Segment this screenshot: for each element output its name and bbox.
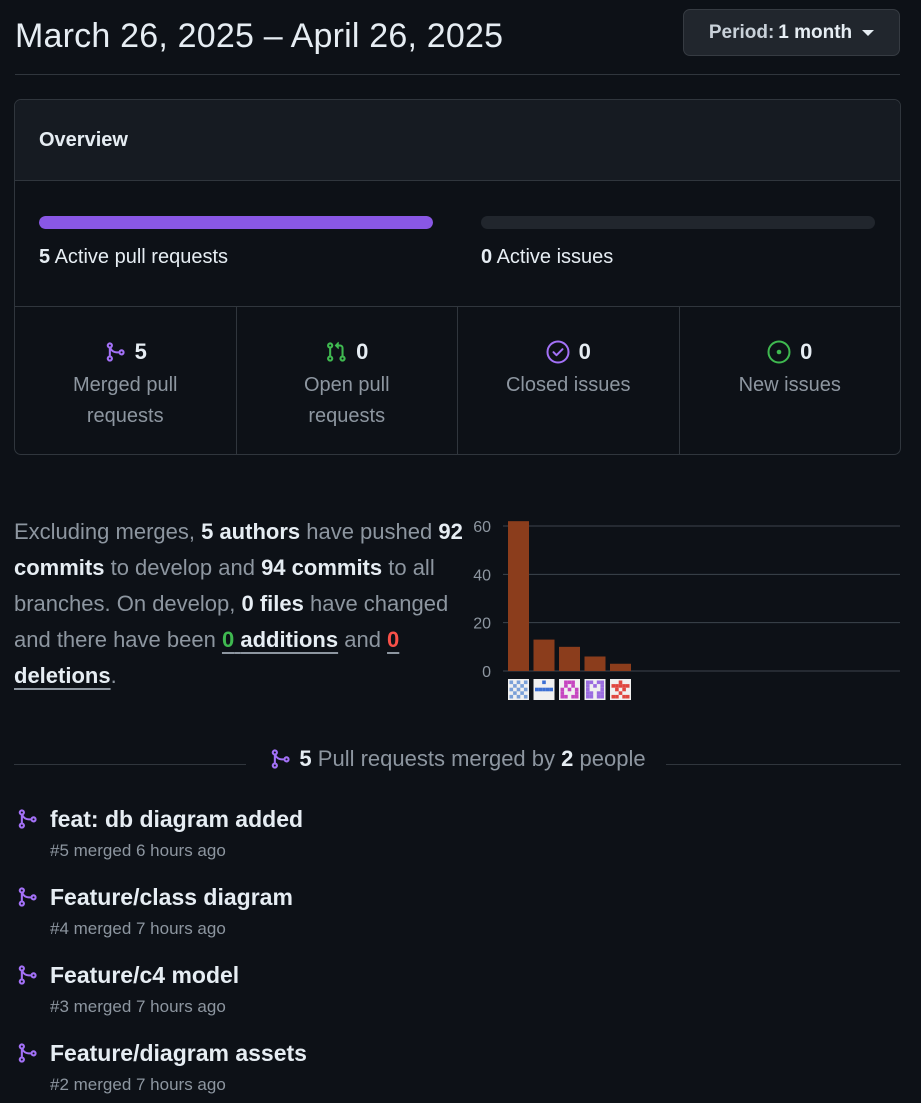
period-value: 1 month bbox=[778, 21, 853, 43]
overview-panel: Overview 5 Active pull requests 0 Active… bbox=[14, 99, 901, 455]
summary-text: have pushed bbox=[300, 519, 439, 544]
pr-list-item: Feature/c4 model #3 merged 7 hours ago bbox=[14, 958, 901, 1036]
pull-requests-heading: 5 Pull requests merged by 2 people bbox=[14, 741, 901, 781]
active-issues-label: Active issues bbox=[496, 246, 614, 268]
pr-meta: #3 merged 7 hours ago bbox=[50, 997, 226, 1016]
deletions-label: deletions bbox=[14, 663, 111, 688]
open-pr-icon bbox=[327, 341, 346, 362]
active-pr-progress-fill bbox=[39, 216, 433, 229]
files-changed: 0 files bbox=[241, 591, 304, 616]
summary-text: . bbox=[110, 663, 117, 688]
overview-stats: 5 Merged pull requests 0 Open pull reque… bbox=[15, 307, 901, 454]
merged-pr-icon bbox=[272, 749, 291, 769]
commits-by-author-chart: 0 20 40 60 bbox=[473, 519, 900, 700]
pr-heading-text: Pull requests merged by bbox=[317, 746, 556, 771]
bar[interactable] bbox=[508, 521, 529, 671]
pr-meta: #5 merged 6 hours ago bbox=[50, 841, 226, 860]
pr-meta: #2 merged 7 hours ago bbox=[50, 1075, 226, 1094]
author-avatar[interactable] bbox=[508, 679, 529, 700]
stat-value: 0 bbox=[578, 339, 591, 364]
summary-text: and bbox=[338, 627, 388, 652]
pr-title-link[interactable]: Feature/c4 model bbox=[50, 962, 239, 989]
commits-all: 94 commits bbox=[261, 555, 383, 580]
pr-count: 5 bbox=[299, 746, 312, 771]
y-tick-label: 0 bbox=[482, 664, 491, 681]
people-count: 2 bbox=[561, 746, 574, 771]
pr-title-link[interactable]: Feature/diagram assets bbox=[50, 1040, 307, 1067]
period-dropdown-button[interactable]: Period: 1 month bbox=[683, 9, 900, 56]
author-avatar[interactable] bbox=[584, 679, 606, 700]
caret-down-icon bbox=[862, 29, 875, 36]
stat-label: Closed issues bbox=[505, 374, 631, 396]
y-tick-label: 20 bbox=[473, 616, 491, 633]
overview-bars: 5 Active pull requests 0 Active issues bbox=[15, 181, 900, 307]
stat-value: 5 bbox=[134, 339, 147, 364]
stat-new-issues[interactable]: 0 New issues bbox=[680, 307, 901, 454]
bar[interactable] bbox=[610, 663, 631, 671]
active-issues-text[interactable]: 0 Active issues bbox=[481, 246, 613, 269]
stat-value: 0 bbox=[800, 339, 813, 364]
active-issues-count: 0 bbox=[481, 246, 493, 268]
pr-list-item: Feature/class diagram #4 merged 7 hours a… bbox=[14, 880, 901, 958]
stat-value: 0 bbox=[356, 339, 369, 364]
author-avatar[interactable] bbox=[559, 679, 580, 700]
pr-list-item: feat: db diagram added #5 merged 6 hours … bbox=[14, 802, 901, 880]
bar[interactable] bbox=[559, 646, 580, 671]
stat-open-prs[interactable]: 0 Open pull requests bbox=[237, 307, 458, 454]
page-header: March 26, 2025 – April 26, 2025 Period: … bbox=[15, 0, 900, 75]
summary-text: to develop and bbox=[104, 555, 262, 580]
author-avatar[interactable] bbox=[610, 679, 631, 700]
additions-link[interactable]: 0 additions bbox=[222, 627, 338, 652]
merged-pr-list: feat: db diagram added #5 merged 6 hours … bbox=[14, 802, 901, 1103]
period-label: Period: bbox=[708, 21, 775, 43]
active-pr-text[interactable]: 5 Active pull requests bbox=[39, 246, 228, 269]
merged-pr-icon bbox=[18, 809, 37, 829]
active-pr-label: Active pull requests bbox=[54, 246, 228, 268]
active-pr-progress bbox=[39, 216, 433, 229]
pr-list-item: Feature/diagram assets #2 merged 7 hours … bbox=[14, 1036, 901, 1103]
pr-meta: #4 merged 7 hours ago bbox=[50, 919, 226, 938]
pr-title-link[interactable]: Feature/class diagram bbox=[50, 884, 293, 911]
pr-heading-end: people bbox=[579, 746, 646, 771]
y-tick-label: 40 bbox=[473, 567, 491, 584]
active-pr-count: 5 bbox=[39, 246, 51, 268]
page-title: March 26, 2025 – April 26, 2025 bbox=[15, 17, 504, 55]
bar[interactable] bbox=[584, 656, 606, 672]
authors-count: 5 authors bbox=[201, 519, 301, 544]
author-avatar[interactable] bbox=[533, 679, 555, 700]
stat-merged-prs[interactable]: 5 Merged pull requests bbox=[15, 307, 237, 454]
merged-pr-icon bbox=[18, 887, 37, 907]
stat-label: New issues bbox=[738, 374, 841, 396]
summary-text: Excluding merges, bbox=[14, 519, 202, 544]
merged-pr-icon bbox=[106, 342, 125, 362]
commit-summary: Excluding merges, 5 authors have pushed … bbox=[14, 514, 464, 694]
stat-label: Open pull requests bbox=[303, 374, 390, 427]
new-issue-icon bbox=[767, 340, 791, 364]
merged-pr-icon bbox=[18, 965, 37, 985]
overview-title: Overview bbox=[15, 100, 900, 181]
stat-closed-issues[interactable]: 0 Closed issues bbox=[458, 307, 680, 454]
y-tick-label: 60 bbox=[473, 519, 491, 536]
merged-pr-icon bbox=[18, 1043, 37, 1063]
additions-count: 0 bbox=[221, 627, 235, 652]
pr-title-link[interactable]: feat: db diagram added bbox=[50, 806, 303, 833]
additions-label: additions bbox=[240, 627, 339, 652]
bar[interactable] bbox=[533, 639, 555, 671]
closed-issue-icon bbox=[546, 340, 570, 364]
deletions-count: 0 bbox=[387, 627, 400, 652]
active-issues-progress bbox=[481, 216, 875, 229]
stat-label: Merged pull requests bbox=[72, 374, 178, 427]
